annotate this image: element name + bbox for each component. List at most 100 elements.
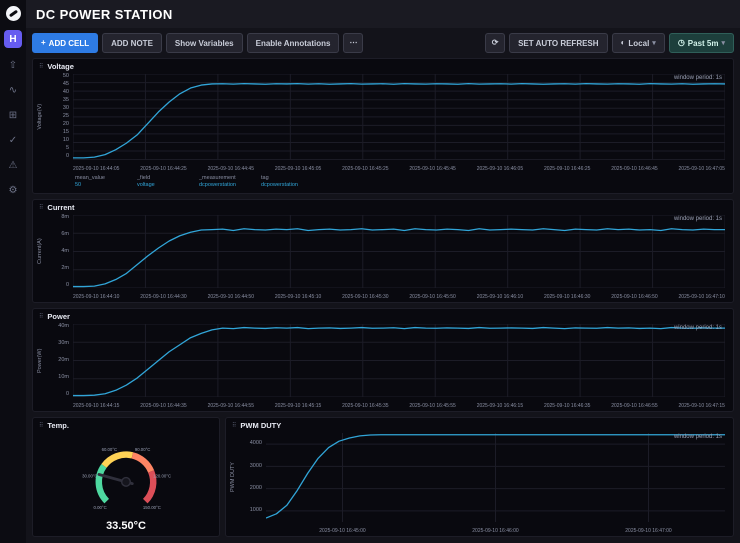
pwm-duty-chart: PWM DUTY 4000 3000 2000 1000 window period:… — [226, 431, 733, 536]
enable-annotations-label: Enable Annotations — [256, 39, 331, 48]
y-axis-ticks: 8m6m4m2m0 — [45, 215, 73, 288]
add-cell-label: ADD CELL — [49, 39, 89, 48]
svg-text:120.00°C: 120.00°C — [153, 473, 171, 478]
y-tick-label: 4m — [61, 249, 69, 255]
gauge-value: 33.50°C — [106, 520, 146, 532]
cell-temp: ⠿ Temp. 0.00°C30.00°C60.00°C90.00°C120.0… — [32, 417, 220, 537]
show-variables-toggle[interactable]: Show Variables — [166, 33, 243, 53]
x-axis-ticks: 2025-09-10 16:44:152025-09-10 16:44:3520… — [73, 397, 725, 409]
y-tick-label: 0 — [66, 392, 69, 398]
y-tick-label: 10 — [63, 138, 69, 144]
x-tick-label: 2025-09-10 16:45:30 — [342, 294, 388, 300]
svg-text:60.00°C: 60.00°C — [102, 446, 118, 451]
dashboards-icon[interactable]: ⊞ — [4, 107, 22, 123]
load-data-icon[interactable]: ⇧ — [4, 57, 22, 73]
x-tick-label: 2025-09-10 16:44:25 — [140, 166, 186, 172]
x-tick-label: 2025-09-10 16:44:45 — [208, 166, 254, 172]
more-options-button[interactable]: ⋯ — [343, 33, 363, 53]
y-tick-label: 20 — [63, 122, 69, 128]
time-range-selected-label: Past 5m — [688, 39, 719, 48]
x-tick-label: 2025-09-10 16:44:50 — [208, 294, 254, 300]
x-tick-label: 2025-09-10 16:46:15 — [477, 403, 523, 409]
cell-pwm-duty: ⠿ PWM DUTY PWM DUTY 4000 3000 2000 1000 win… — [225, 417, 734, 537]
timezone-selected-label: Local — [628, 39, 649, 48]
chart-plot-area[interactable]: window period: 1s — [266, 433, 725, 522]
y-tick-label: 0 — [66, 283, 69, 289]
x-tick-label: 2025-09-10 16:47:10 — [679, 294, 725, 300]
alerts-icon[interactable]: ⚠ — [4, 157, 22, 173]
x-tick-label: 2025-09-10 16:46:05 — [477, 166, 523, 172]
x-tick-label: 2025-09-10 16:46:00 — [472, 528, 518, 534]
chart-legend: mean_value_field_measurementtag 50voltag… — [33, 174, 733, 193]
dashboard-cells: ⠿ Voltage Voltage(V) 5045403530252015105… — [26, 58, 740, 543]
svg-text:150.00°C: 150.00°C — [143, 505, 161, 510]
x-tick-label: 2025-09-10 16:46:50 — [611, 294, 657, 300]
set-auto-refresh-button[interactable]: SET AUTO REFRESH — [509, 33, 607, 53]
cell-voltage: ⠿ Voltage Voltage(V) 5045403530252015105… — [32, 58, 734, 194]
y-axis-label: Current(A) — [35, 215, 45, 288]
y-tick-label: 40 — [63, 90, 69, 96]
timezone-dropdown[interactable]: ◐ Local ▾ — [612, 33, 665, 53]
cell-handle-icon[interactable]: ⠿ — [39, 204, 43, 211]
window-period-label: window period: 1s — [674, 434, 722, 440]
cell-handle-icon[interactable]: ⠿ — [39, 63, 43, 70]
left-nav-sidebar: H ⇧ ∿ ⊞ ✓ ⚠ ⚙ — [0, 0, 26, 543]
enable-annotations-toggle[interactable]: Enable Annotations — [247, 33, 340, 53]
y-tick-label: 3000 — [250, 464, 262, 470]
y-tick-label: 20m — [58, 358, 69, 364]
chart-plot-area[interactable]: window period: 1s — [73, 74, 725, 160]
add-cell-button[interactable]: + ADD CELL — [32, 33, 98, 53]
x-tick-label: 2025-09-10 16:45:50 — [409, 294, 455, 300]
x-tick-label: 2025-09-10 16:45:05 — [275, 166, 321, 172]
cell-title: Temp. — [47, 421, 69, 430]
cell-handle-icon[interactable]: ⠿ — [232, 422, 236, 429]
y-axis-label: PWM DUTY — [228, 433, 238, 522]
influxdb-logo-icon[interactable] — [6, 6, 21, 21]
add-note-button[interactable]: ADD NOTE — [102, 33, 162, 53]
x-tick-label: 2025-09-10 16:46:35 — [544, 403, 590, 409]
x-tick-label: 2025-09-10 16:47:05 — [679, 166, 725, 172]
chevron-down-icon: ▾ — [652, 39, 656, 47]
x-tick-label: 2025-09-10 16:45:00 — [319, 528, 365, 534]
bottom-row: ⠿ Temp. 0.00°C30.00°C60.00°C90.00°C120.0… — [32, 417, 734, 537]
line-chart-svg — [73, 324, 725, 397]
y-tick-label: 0 — [66, 154, 69, 160]
y-axis-ticks: 50454035302520151050 — [45, 74, 73, 160]
svg-text:30.00°C: 30.00°C — [82, 473, 98, 478]
x-tick-label: 2025-09-10 16:45:15 — [275, 403, 321, 409]
org-avatar[interactable]: H — [4, 30, 22, 48]
x-tick-label: 2025-09-10 16:45:25 — [342, 166, 388, 172]
time-range-dropdown[interactable]: ◷ Past 5m ▾ — [669, 33, 734, 53]
show-variables-label: Show Variables — [175, 39, 234, 48]
x-tick-label: 2025-09-10 16:44:05 — [73, 166, 119, 172]
page-title: DC POWER STATION — [36, 7, 173, 22]
x-tick-label: 2025-09-10 16:45:45 — [409, 166, 455, 172]
x-tick-label: 2025-09-10 16:47:00 — [625, 528, 671, 534]
data-explorer-icon[interactable]: ∿ — [4, 82, 22, 98]
x-tick-label: 2025-09-10 16:44:30 — [140, 294, 186, 300]
dashboard-header: DC POWER STATION — [26, 0, 740, 28]
cell-handle-icon[interactable]: ⠿ — [39, 422, 43, 429]
y-tick-label: 2000 — [250, 486, 262, 492]
clock-icon: ◷ — [678, 39, 685, 47]
set-auto-refresh-label: SET AUTO REFRESH — [518, 39, 598, 48]
chart-plot-area[interactable]: window period: 1s — [73, 324, 725, 397]
settings-icon[interactable]: ⚙ — [4, 182, 22, 198]
current-chart: Current(A) 8m6m4m2m0 window period: 1s 2… — [33, 213, 733, 302]
cell-handle-icon[interactable]: ⠿ — [39, 313, 43, 320]
x-tick-label: 2025-09-10 16:46:10 — [477, 294, 523, 300]
x-tick-label: 2025-09-10 16:46:55 — [611, 403, 657, 409]
x-tick-label: 2025-09-10 16:44:35 — [140, 403, 186, 409]
refresh-button[interactable]: ⟳ — [485, 33, 505, 53]
more-icon: ⋯ — [349, 39, 357, 47]
line-chart-svg — [266, 433, 725, 522]
y-tick-label: 15 — [63, 130, 69, 136]
cell-current: ⠿ Current Current(A) 8m6m4m2m0 window pe… — [32, 199, 734, 303]
y-tick-label: 4000 — [250, 441, 262, 447]
y-tick-label: 50 — [63, 74, 69, 80]
y-tick-label: 45 — [63, 82, 69, 88]
chart-plot-area[interactable]: window period: 1s — [73, 215, 725, 288]
y-tick-label: 5 — [66, 146, 69, 152]
tasks-icon[interactable]: ✓ — [4, 132, 22, 148]
y-tick-label: 1000 — [250, 508, 262, 514]
